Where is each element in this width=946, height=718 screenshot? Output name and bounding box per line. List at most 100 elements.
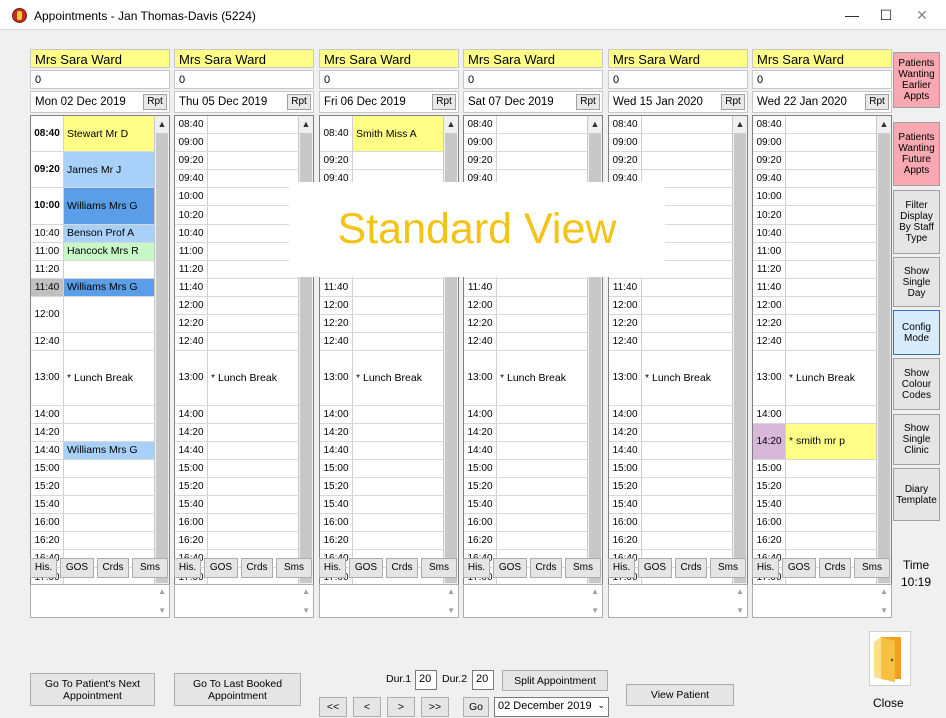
time-slot[interactable]: 16:00 [464,514,587,533]
time-slot[interactable]: 14:00 [175,405,298,424]
scroll-thumb[interactable] [156,133,168,583]
time-slot[interactable]: 08:40 [609,116,732,135]
scroll-up-icon[interactable]: ▲ [155,116,169,132]
time-slot[interactable]: 15:20 [175,478,298,497]
time-slot[interactable]: 10:00 Williams Mrs G [31,188,154,225]
side-button-1[interactable]: Patients Wanting Future Appts [893,122,940,186]
time-slot[interactable]: 10:40 [753,224,876,243]
date-picker[interactable]: 02 December 2019 ⌄ [494,697,609,717]
time-slot[interactable]: 12:40 [464,333,587,352]
grid-scrollbar[interactable]: ▲▼ [876,115,892,598]
time-slot[interactable]: 15:40 [175,496,298,515]
time-slot[interactable]: 09:00 [175,134,298,153]
time-slot[interactable]: 16:20 [175,532,298,551]
time-slot[interactable]: 14:40 [320,441,443,460]
crds-button[interactable]: Crds [386,558,418,578]
next-appointment-button[interactable]: Go To Patient's Next Appointment [30,673,155,706]
scroll-up-icon[interactable]: ▲ [158,587,166,596]
time-slot[interactable]: 10:20 [175,206,298,225]
time-slot[interactable]: 09:20 James Mr J [31,152,154,189]
time-slot[interactable]: 09:00 [464,134,587,153]
column-date[interactable]: Wed 22 Jan 2020 [757,96,847,108]
time-slot[interactable]: 13:00 * Lunch Break [464,351,587,406]
time-slot[interactable]: 15:20 [320,478,443,497]
gos-button[interactable]: GOS [349,558,383,578]
scroll-up-icon[interactable]: ▲ [733,116,747,132]
scroll-up-icon[interactable]: ▲ [444,116,458,132]
time-slot[interactable]: 08:40 Smith Miss A [320,116,443,153]
time-slot[interactable]: 12:00 [175,297,298,316]
time-slot[interactable]: 12:20 [464,315,587,334]
column-notes-field[interactable]: ▲ ▼ [174,584,314,618]
side-button-3[interactable]: Show Single Day [893,257,940,307]
sms-button[interactable]: Sms [565,558,601,578]
time-slot[interactable]: 09:00 [609,134,732,153]
staff-name[interactable]: Mrs Sara Ward [463,49,603,68]
time-slot[interactable]: 11:40 [464,278,587,297]
time-slot[interactable]: 13:00 * Lunch Break [609,351,732,406]
time-slot[interactable]: 16:20 [609,532,732,551]
column-notes-field[interactable]: ▲ ▼ [319,584,459,618]
time-slot[interactable]: 15:00 [609,459,732,478]
side-button-0[interactable]: Patients Wanting Earlier Appts [893,52,940,108]
rpt-button[interactable]: Rpt [143,94,167,110]
side-button-6[interactable]: Show Single Clinic [893,414,940,465]
staff-name[interactable]: Mrs Sara Ward [174,49,314,68]
time-slot[interactable]: 11:40 Williams Mrs G [31,278,154,297]
time-slot[interactable]: 16:00 [753,514,876,533]
scroll-up-icon[interactable]: ▲ [877,116,891,132]
his-button[interactable]: His. [463,558,490,578]
time-slot[interactable]: 10:20 [753,206,876,225]
time-slot[interactable]: 12:20 [753,315,876,334]
staff-name[interactable]: Mrs Sara Ward [608,49,748,68]
time-slot[interactable]: 14:20 [31,423,154,442]
time-slot[interactable]: 12:40 [609,333,732,352]
time-slot[interactable]: 08:40 [464,116,587,135]
time-slot[interactable]: 13:00 * Lunch Break [175,351,298,406]
time-slot[interactable]: 12:40 [31,333,154,352]
staff-name[interactable]: Mrs Sara Ward [752,49,892,68]
column-notes-field[interactable]: ▲ ▼ [30,584,170,618]
time-slot[interactable]: 13:00 * Lunch Break [320,351,443,406]
column-notes-field[interactable]: ▲ ▼ [608,584,748,618]
time-slot[interactable]: 15:00 [320,459,443,478]
time-slot[interactable]: 15:00 [175,459,298,478]
scroll-up-icon[interactable]: ▲ [302,587,310,596]
time-slot[interactable]: 16:20 [464,532,587,551]
scroll-up-icon[interactable]: ▲ [880,587,888,596]
time-slot[interactable]: 10:40 [175,224,298,243]
time-slot[interactable]: 14:40 [175,441,298,460]
time-slot[interactable]: 14:20 * smith mr p [753,423,876,460]
grid-scrollbar[interactable]: ▲▼ [732,115,748,598]
time-slot[interactable]: 12:20 [609,315,732,334]
maximize-button[interactable]: ☐ [872,6,900,24]
time-slot[interactable]: 15:20 [753,478,876,497]
column-date[interactable]: Fri 06 Dec 2019 [324,96,406,108]
time-slot[interactable]: 12:00 [464,297,587,316]
column-date[interactable]: Thu 05 Dec 2019 [179,96,267,108]
time-slot[interactable]: 14:20 [320,423,443,442]
go-button[interactable]: Go [463,697,489,717]
time-slot[interactable]: 14:40 [464,441,587,460]
time-slot[interactable]: 12:00 [609,297,732,316]
crds-button[interactable]: Crds [241,558,273,578]
time-slot[interactable]: 15:00 [31,459,154,478]
time-slot[interactable]: 13:00 * Lunch Break [31,351,154,406]
time-slot[interactable]: 15:40 [31,496,154,515]
time-slot[interactable]: 14:40 [609,441,732,460]
his-button[interactable]: His. [752,558,779,578]
staff-name[interactable]: Mrs Sara Ward [319,49,459,68]
crds-button[interactable]: Crds [97,558,129,578]
nav-first-button[interactable]: << [319,697,347,717]
close-door-button[interactable] [869,631,911,686]
nav-next-button[interactable]: > [387,697,415,717]
time-slot[interactable]: 15:40 [609,496,732,515]
nav-prev-button[interactable]: < [353,697,381,717]
scroll-down-icon[interactable]: ▼ [591,606,599,615]
time-slot[interactable]: 11:20 [31,260,154,279]
time-slot[interactable]: 15:00 [753,459,876,478]
time-slot[interactable]: 16:20 [320,532,443,551]
time-slot[interactable]: 12:20 [320,315,443,334]
time-slot[interactable]: 16:00 [31,514,154,533]
minimize-button[interactable]: — [838,6,866,24]
